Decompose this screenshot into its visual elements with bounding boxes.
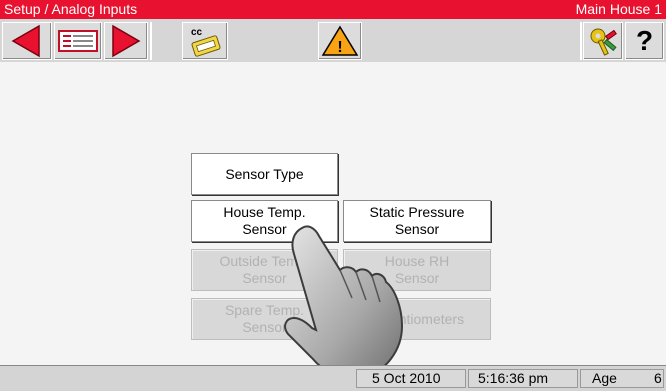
- help-icon: ?: [635, 25, 654, 56]
- breadcrumb: Setup / Analog Inputs: [4, 1, 138, 17]
- back-arrow-icon: [11, 24, 40, 58]
- warning-glyph: !: [337, 39, 342, 56]
- cc-label: cc: [191, 27, 203, 38]
- help-button[interactable]: ?: [625, 22, 664, 60]
- pointing-hand-icon: [284, 225, 404, 380]
- menu-list-icon: [58, 30, 98, 52]
- toolbar-separator: [150, 22, 152, 60]
- warning-button[interactable]: !: [318, 22, 362, 60]
- status-time: 5:16:36 pm: [478, 370, 549, 386]
- status-age-value: 6: [654, 370, 662, 386]
- forward-arrow-icon: [112, 24, 141, 58]
- warning-icon: !: [321, 25, 359, 56]
- menu-button[interactable]: [54, 22, 102, 60]
- status-date: 5 Oct 2010: [372, 370, 441, 386]
- cc-keys-icon: cc: [191, 27, 221, 57]
- key-button[interactable]: [583, 22, 623, 60]
- back-button[interactable]: [2, 22, 52, 60]
- forward-button[interactable]: [104, 22, 148, 60]
- cc-keys-button[interactable]: cc: [182, 22, 228, 60]
- toolbar-separator: [580, 22, 582, 60]
- status-bar: 5 Oct 2010 5:16:36 pm Age 6: [0, 365, 666, 391]
- key-icon: [590, 28, 617, 56]
- status-age-label: Age: [592, 370, 617, 386]
- location-label: Main House 1: [575, 1, 662, 17]
- sensor-type-button[interactable]: Sensor Type: [191, 153, 338, 195]
- title-bar: Setup / Analog Inputs Main House 1: [0, 0, 666, 19]
